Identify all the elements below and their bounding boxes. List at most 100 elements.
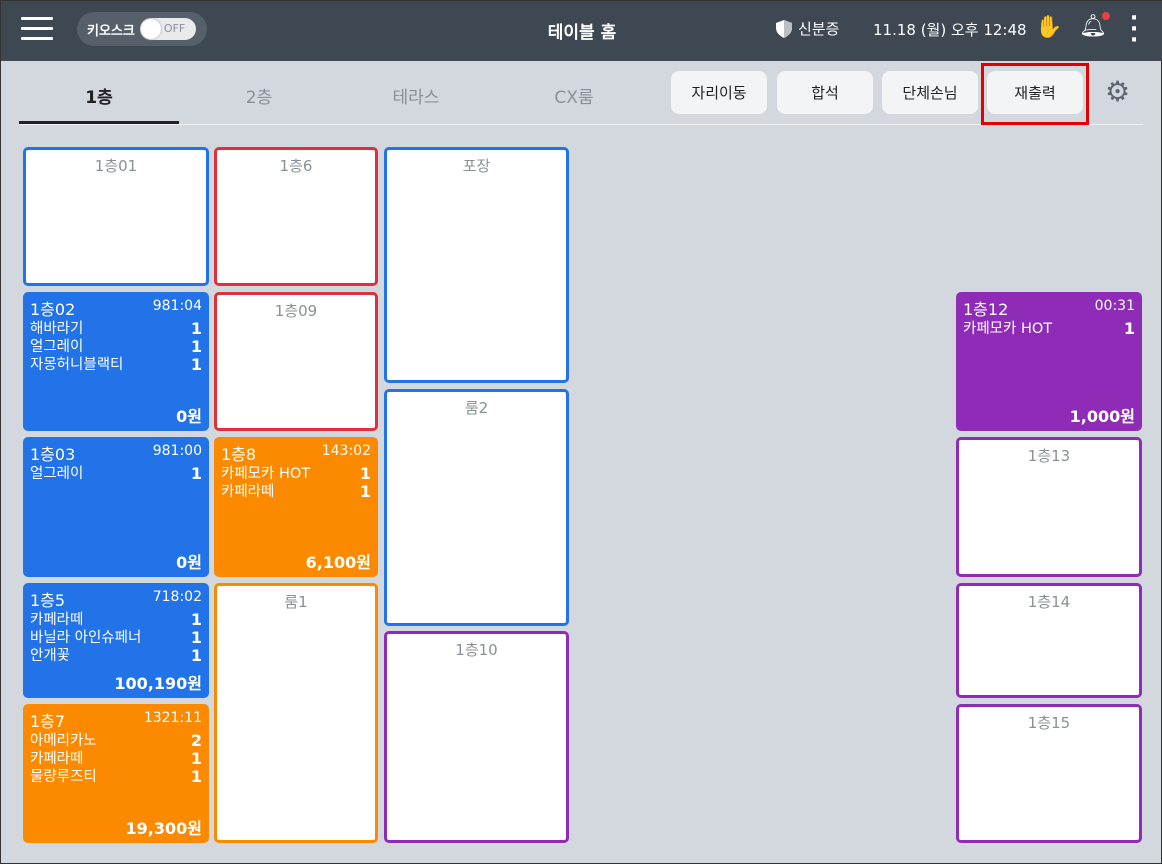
- table-name: 1층13: [1027, 447, 1071, 465]
- merge-button[interactable]: 합석: [777, 71, 873, 114]
- item-qty: 1: [190, 337, 202, 356]
- tab-1f[interactable]: 1층: [19, 83, 179, 108]
- table-card[interactable]: 1층12 00:31 카페모카 HOT 1 1,000원: [956, 292, 1142, 431]
- table-name: 1층01: [94, 157, 138, 175]
- elapsed-time: 981:00: [152, 443, 202, 459]
- table-total: 1,000원: [1069, 407, 1135, 426]
- highlight-box: [981, 63, 1089, 125]
- item-name: 카페모카 HOT: [221, 466, 311, 482]
- table-total: 6,100원: [305, 553, 371, 572]
- table-card[interactable]: 1층03 981:00 얼그레이 1 0원: [23, 437, 209, 577]
- table-name: 1층6: [279, 157, 313, 175]
- table-card[interactable]: 1층13: [956, 437, 1142, 577]
- table-total: 19,300원: [125, 819, 202, 838]
- table-name: 1층5: [30, 591, 66, 610]
- tab-divider: [19, 124, 1143, 125]
- hand-icon[interactable]: ✋: [1035, 15, 1062, 40]
- table-total: 0원: [176, 407, 202, 426]
- table-card[interactable]: 1층7 1321:11 아메리카노 2 카페라떼 1 물량루즈티 1 19,300원: [23, 704, 209, 843]
- table-card[interactable]: 1층8 143:02 카페모카 HOT 1 카페라떼 1 6,100원: [214, 437, 378, 577]
- move-seat-button[interactable]: 자리이동: [671, 71, 767, 114]
- item-qty: 1: [190, 319, 202, 338]
- order-item: 카페모카 HOT 1: [221, 465, 371, 483]
- elapsed-time: 981:04: [152, 298, 202, 314]
- item-qty: 1: [190, 355, 202, 374]
- item-name: 안개꽃: [30, 648, 71, 664]
- more-vert-icon[interactable]: · · ·: [1126, 8, 1142, 52]
- item-name: 자몽허니블랙티: [30, 357, 124, 373]
- kiosk-label: 키오스크: [87, 23, 135, 39]
- item-name: 바닐라 아인슈페너: [30, 630, 142, 646]
- item-qty: 1: [190, 628, 202, 647]
- order-item: 얼그레이 1: [30, 338, 202, 356]
- item-name: 카페라떼: [30, 751, 84, 767]
- item-qty: 1: [359, 464, 371, 483]
- table-total: 100,190원: [114, 674, 202, 693]
- table-card[interactable]: 1층09: [214, 292, 378, 431]
- item-qty: 1: [1123, 319, 1135, 338]
- order-item: 바닐라 아인슈페너 1: [30, 629, 202, 647]
- table-name: 1층14: [1027, 593, 1071, 611]
- kiosk-toggle[interactable]: 키오스크 OFF: [77, 12, 207, 46]
- table-total: 0원: [176, 553, 202, 572]
- table-name: 룸1: [284, 593, 308, 611]
- item-name: 물량루즈티: [30, 769, 97, 785]
- hamburger-menu-icon[interactable]: [21, 17, 53, 41]
- item-name: 카페라떼: [30, 612, 84, 628]
- kiosk-state: OFF: [163, 22, 186, 35]
- order-item: 카페모카 HOT 1: [963, 320, 1135, 338]
- order-item: 얼그레이 1: [30, 465, 202, 483]
- item-qty: 1: [190, 646, 202, 665]
- table-card[interactable]: 룸1: [214, 583, 378, 843]
- item-qty: 1: [190, 749, 202, 768]
- table-card[interactable]: 1층15: [956, 704, 1142, 843]
- tab-2f[interactable]: 2층: [179, 83, 339, 108]
- table-name: 룸2: [464, 399, 489, 417]
- table-name: 1층15: [1027, 714, 1071, 732]
- order-item: 물량루즈티 1: [30, 768, 202, 786]
- table-card[interactable]: 1층10: [384, 631, 569, 843]
- table-name: 포장: [462, 157, 491, 175]
- table-card[interactable]: 룸2: [384, 389, 569, 626]
- table-card[interactable]: 1층6: [214, 147, 378, 286]
- id-check-label: 신분증: [798, 20, 840, 38]
- table-card[interactable]: 1층14: [956, 583, 1142, 698]
- table-name: 1층12: [963, 300, 1009, 319]
- tab-terrace[interactable]: 테라스: [336, 83, 496, 108]
- table-card[interactable]: 1층02 981:04 해바라기 1 얼그레이 1 자몽허니블랙티 1 0원: [23, 292, 209, 431]
- item-qty: 1: [190, 610, 202, 629]
- item-qty: 1: [190, 767, 202, 786]
- datetime: 11.18 (월) 오후 12:48: [873, 21, 1027, 39]
- top-bar: 키오스크 OFF 테이블 홈 신분증 11.18 (월) 오후 12:48 ✋ …: [1, 1, 1162, 61]
- item-name: 카페모카 HOT: [963, 321, 1053, 337]
- table-card[interactable]: 1층5 718:02 카페라떼 1 바닐라 아인슈페너 1 안개꽃 1 100,190원: [23, 583, 209, 698]
- item-qty: 2: [190, 731, 202, 750]
- table-name: 1층8: [221, 445, 257, 464]
- elapsed-time: 00:31: [1094, 298, 1135, 314]
- table-card[interactable]: 포장: [384, 147, 569, 383]
- table-name: 1층7: [30, 712, 66, 731]
- item-name: 아메리카노: [30, 733, 97, 749]
- elapsed-time: 718:02: [152, 589, 202, 605]
- item-name: 카페라떼: [221, 484, 275, 500]
- id-check-button[interactable]: 신분증: [776, 18, 839, 39]
- elapsed-time: 143:02: [321, 443, 371, 459]
- order-item: 자몽허니블랙티 1: [30, 356, 202, 374]
- shield-icon: [776, 19, 792, 38]
- order-item: 카페라떼 1: [30, 750, 202, 768]
- group-guest-button[interactable]: 단체손님: [882, 71, 978, 114]
- item-qty: 1: [190, 464, 202, 483]
- notification-dot: [1102, 12, 1110, 20]
- item-name: 해바라기: [30, 321, 84, 337]
- item-name: 얼그레이: [30, 339, 84, 355]
- item-qty: 1: [359, 482, 371, 501]
- active-tab-indicator: [19, 121, 179, 124]
- table-card[interactable]: 1층01: [23, 147, 209, 286]
- table-name: 1층02: [30, 300, 76, 319]
- table-name: 1층09: [274, 302, 318, 320]
- order-item: 아메리카노 2: [30, 732, 202, 750]
- gear-icon[interactable]: ⚙: [1105, 77, 1130, 107]
- kiosk-switch[interactable]: OFF: [139, 18, 196, 40]
- tab-cx-room[interactable]: CX룸: [494, 83, 654, 108]
- order-item: 안개꽃 1: [30, 647, 202, 665]
